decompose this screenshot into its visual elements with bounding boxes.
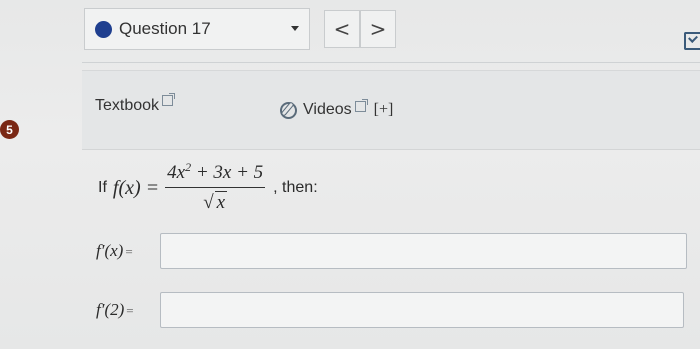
numerator-exponent: 2 [185,160,192,174]
fraction: 4x2 + 3x + 5 √ x [165,160,266,214]
next-question-button[interactable]: > [360,10,396,48]
fraction-denominator: √ x [203,191,228,213]
fraction-numerator: 4x2 + 3x + 5 [165,160,266,188]
chevron-down-icon [291,26,299,31]
answer-label-text: f′(x) [96,241,124,260]
derivative-answer-input[interactable] [160,233,687,269]
textbook-label: Textbook [95,97,160,114]
answer-row-derivative-at-2: f′(2) = [96,292,684,328]
derivative-at-2-answer-input[interactable] [160,292,684,328]
question-status-dot [95,20,112,38]
answer-row-derivative: f′(x) = [96,233,687,269]
videos-label: Videos [303,101,352,118]
equals-sign: = [126,303,134,318]
question-page: Question 17 < > Textbook Videos [+] 5 If… [0,0,700,349]
radicand: x [214,191,228,213]
external-link-icon [162,93,176,106]
problem-statement: If f(x) = 4x2 + 3x + 5 √ x , then: [98,160,318,214]
question-label: Question 17 [119,19,211,38]
chevron-left-icon: < [333,17,351,41]
paperclip-icon [280,101,297,119]
function-expression: f(x) = [112,176,160,199]
attempt-badge: 5 [0,120,19,139]
divider [82,62,700,63]
answer-label: f′(x) = [96,241,160,261]
chevron-right-icon: > [369,17,387,41]
numerator-rest: + 3x + 5 [191,162,264,183]
expand-more-button[interactable]: [+] [374,101,394,119]
answer-label: f′(2) = [96,300,160,320]
previous-question-button[interactable]: < [324,10,360,48]
problem-suffix: , then: [273,179,318,196]
checkbox-icon[interactable] [684,32,700,50]
numerator-term: 4x [167,162,186,183]
videos-link[interactable]: Videos [+] [280,98,394,119]
help-resources-bar: Textbook Videos [+] [82,70,700,150]
answer-label-text: f′(2) [96,300,125,319]
external-link-icon [354,98,368,112]
textbook-link[interactable]: Textbook [95,93,176,115]
equals-sign: = [125,244,133,259]
question-selector[interactable]: Question 17 [84,8,310,50]
problem-prefix: If [98,179,107,196]
